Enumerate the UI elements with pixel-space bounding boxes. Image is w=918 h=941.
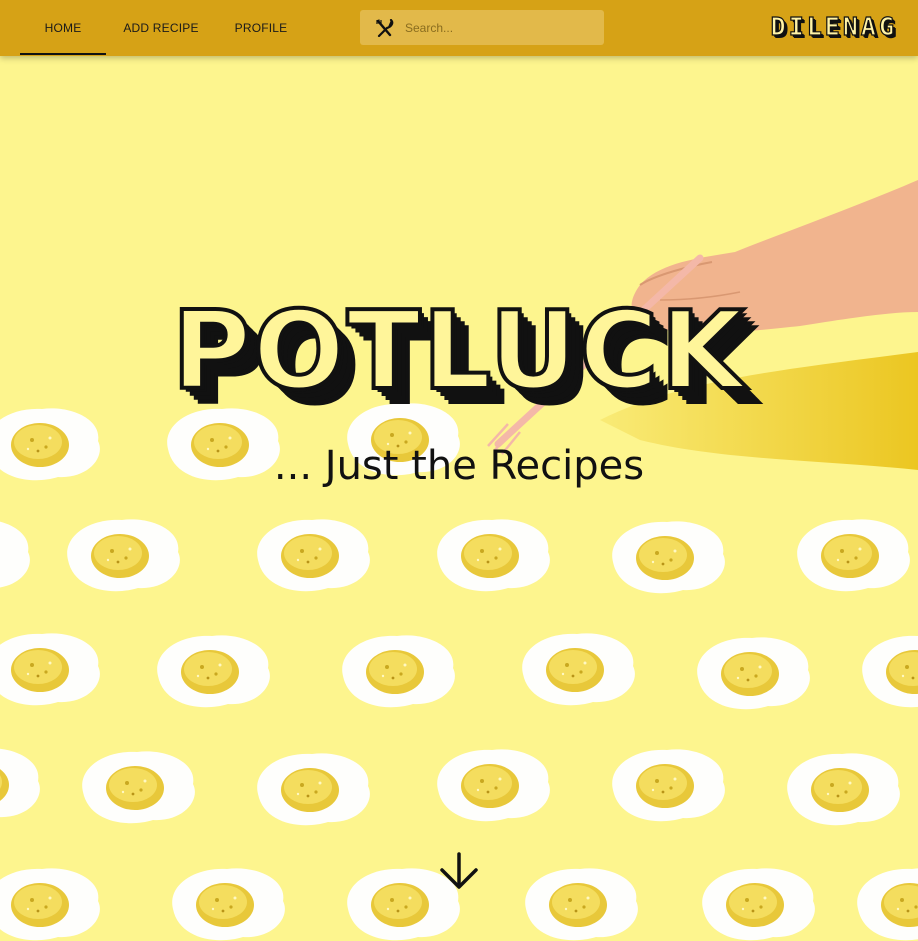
hero-title: POTLUCK bbox=[170, 289, 747, 414]
arrow-down-icon[interactable] bbox=[439, 852, 479, 892]
hero-subtitle: ... Just the Recipes bbox=[273, 443, 645, 489]
nav-tab-add-recipe[interactable]: ADD RECIPE bbox=[118, 0, 204, 56]
nav-tab-home[interactable]: HOME bbox=[20, 0, 106, 56]
search-bar[interactable] bbox=[360, 10, 604, 45]
hero-background-image bbox=[0, 180, 918, 941]
nav-tab-profile[interactable]: PROFILE bbox=[226, 0, 296, 56]
brand-logo[interactable]: DILENAG bbox=[770, 11, 897, 41]
navbar: HOME ADD RECIPE PROFILE DILENAG bbox=[0, 0, 918, 56]
search-input[interactable] bbox=[403, 19, 587, 36]
hero-section: POTLUCK ... Just the Recipes bbox=[0, 56, 918, 941]
utensils-icon bbox=[376, 18, 394, 37]
